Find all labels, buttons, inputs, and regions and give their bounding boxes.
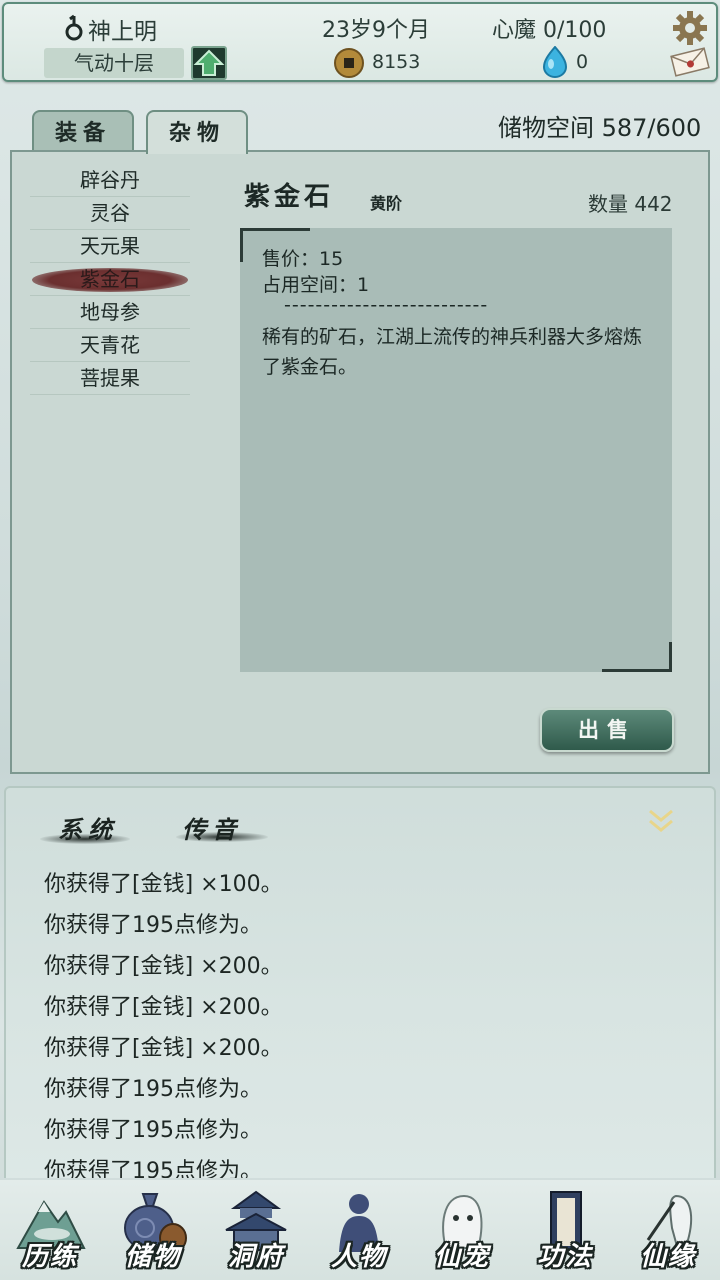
heart-demon-display: 心魔 0/100	[492, 18, 607, 43]
nav-character[interactable]: 人物	[309, 1180, 409, 1280]
spirit-stone-icon	[542, 46, 568, 78]
arrow-up-icon	[193, 49, 225, 76]
log-line: 你获得了195点修为。	[44, 1118, 262, 1143]
bottom-nav: 历练 储物 洞府 人物 仙宠 功法 仙缘	[0, 1180, 720, 1280]
nav-label: 功法	[536, 1242, 593, 1272]
tab-system[interactable]: 系统	[58, 810, 118, 845]
list-item[interactable]: 灵谷	[30, 197, 190, 230]
log-line: 你获得了195点修为。	[44, 913, 262, 938]
coin-count: 8153	[372, 51, 421, 73]
item-price: 售价：15	[262, 248, 344, 270]
item-quantity: 数量 442	[588, 192, 673, 216]
nav-label: 仙宠	[433, 1242, 490, 1272]
item-space: 占用空间：1	[262, 274, 370, 296]
nav-label: 仙缘	[639, 1242, 696, 1272]
list-item[interactable]: 菩提果	[30, 362, 190, 395]
storage-capacity: 储物空间 587/600	[498, 114, 702, 142]
item-detail-box: 售价：15 占用空间：1 -------------------------- …	[240, 228, 672, 672]
item-description: 稀有的矿石，江湖上流传的神兵利器大多熔炼了紫金石。	[262, 326, 643, 378]
nav-fate[interactable]: 仙缘	[618, 1180, 718, 1280]
nav-techniques[interactable]: 功法	[515, 1180, 615, 1280]
list-item[interactable]: 辟谷丹	[30, 164, 190, 197]
inventory-panel: 辟谷丹 灵谷 天元果 紫金石 地母参 天青花 菩提果 紫金石 黄阶 数量 442…	[10, 150, 710, 774]
list-item[interactable]: 地母参	[30, 296, 190, 329]
age-display: 23岁9个月	[322, 18, 430, 43]
list-item-selected[interactable]: 紫金石	[30, 263, 190, 296]
nav-training[interactable]: 历练	[0, 1180, 100, 1280]
sell-button[interactable]: 出售	[540, 708, 674, 752]
nav-label: 历练	[21, 1242, 78, 1272]
chevron-double-down-icon[interactable]	[646, 806, 676, 836]
cultivation-realm: 气动十层	[44, 48, 184, 78]
mail-icon[interactable]	[670, 46, 710, 78]
nav-cave[interactable]: 洞府	[206, 1180, 306, 1280]
gear-icon[interactable]	[672, 10, 708, 46]
log-line: 你获得了[金钱] ×100。	[44, 872, 283, 897]
item-title: 紫金石	[244, 182, 335, 212]
breakthrough-button[interactable]	[191, 46, 227, 80]
spirit-stone-count: 0	[576, 51, 589, 73]
list-item[interactable]: 天元果	[30, 230, 190, 263]
item-list: 辟谷丹 灵谷 天元果 紫金石 地母参 天青花 菩提果	[30, 164, 190, 395]
log-line: 你获得了[金钱] ×200。	[44, 1036, 283, 1061]
message-log: 系统 传音 你获得了[金钱] ×100。 你获得了195点修为。 你获得了[金钱…	[4, 786, 716, 1178]
log-line: 你获得了[金钱] ×200。	[44, 954, 283, 979]
nav-storage[interactable]: 储物	[103, 1180, 203, 1280]
list-item[interactable]: 天青花	[30, 329, 190, 362]
player-name[interactable]: 神上明	[88, 12, 157, 46]
divider: --------------------------	[284, 294, 489, 316]
copper-coin-icon	[334, 48, 364, 78]
log-line: 你获得了[金钱] ×200。	[44, 995, 283, 1020]
tab-equipment[interactable]: 装备	[32, 110, 134, 152]
nav-label: 洞府	[227, 1242, 284, 1272]
frame-corner	[602, 642, 672, 672]
nav-label: 人物	[330, 1242, 387, 1272]
nav-pet[interactable]: 仙宠	[412, 1180, 512, 1280]
status-bar: 神上明 气动十层 23岁9个月 心魔 0/100 8153 0	[2, 2, 718, 82]
log-line: 你获得了195点修为。	[44, 1077, 262, 1102]
item-grade: 黄阶	[370, 194, 403, 213]
log-line: 你获得了195点修为。	[44, 1159, 262, 1178]
tab-misc[interactable]: 杂物	[146, 110, 248, 154]
nav-label: 储物	[124, 1242, 181, 1272]
gender-male-icon	[65, 14, 83, 41]
tab-messages[interactable]: 传音	[182, 810, 242, 845]
log-lines: 你获得了[金钱] ×100。 你获得了195点修为。 你获得了[金钱] ×200…	[44, 868, 283, 1178]
